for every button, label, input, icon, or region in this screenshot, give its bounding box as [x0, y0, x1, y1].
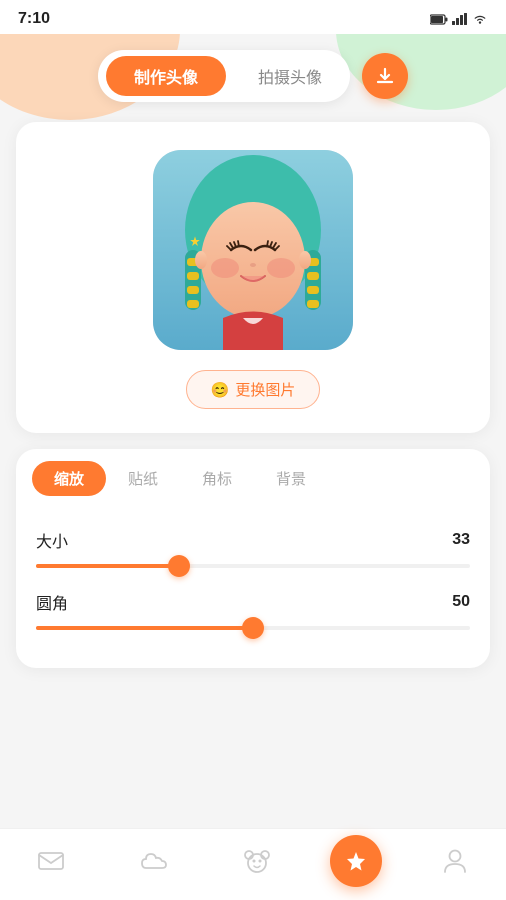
- radius-slider-row: 圆角 50: [36, 590, 470, 614]
- nav-center-button[interactable]: [330, 835, 382, 887]
- tab-make-avatar[interactable]: 制作头像: [106, 56, 226, 96]
- tool-tab-background[interactable]: 背景: [254, 461, 328, 496]
- tool-tab-zoom[interactable]: 缩放: [32, 461, 106, 496]
- mail-icon: [38, 850, 64, 872]
- bottom-nav: [0, 828, 506, 900]
- tools-section: 缩放 贴纸 角标 背景 大小 33 圆角 50: [16, 449, 490, 668]
- bear-icon: [244, 848, 270, 874]
- tool-tab-badge[interactable]: 角标: [180, 461, 254, 496]
- status-bar: 7:10: [0, 0, 506, 34]
- radius-label: 圆角: [36, 590, 68, 614]
- signal-icon: [452, 13, 468, 25]
- size-slider-thumb[interactable]: [168, 555, 190, 577]
- download-icon: [375, 66, 395, 86]
- status-icons: [430, 13, 488, 25]
- size-value: 33: [452, 531, 470, 549]
- download-button[interactable]: [362, 53, 408, 99]
- avatar-container: [153, 150, 353, 350]
- change-img-label: 更换图片: [235, 379, 295, 400]
- slider-section: 大小 33 圆角 50: [16, 504, 490, 638]
- header-tabs: 制作头像 拍摄头像: [98, 50, 350, 102]
- size-slider-track-wrap[interactable]: [36, 556, 470, 576]
- size-slider-fill: [36, 564, 179, 568]
- nav-item-mail[interactable]: [21, 836, 81, 886]
- tool-tab-sticker[interactable]: 贴纸: [106, 461, 180, 496]
- nav-item-profile[interactable]: [425, 836, 485, 886]
- battery-icon: [430, 13, 448, 25]
- change-image-button[interactable]: 😊 更换图片: [186, 370, 321, 409]
- wifi-icon: [472, 13, 488, 25]
- nav-item-cloud[interactable]: [124, 836, 184, 886]
- tool-tabs: 缩放 贴纸 角标 背景: [16, 449, 490, 504]
- status-time: 7:10: [18, 10, 50, 28]
- nav-item-bear[interactable]: [227, 836, 287, 886]
- header: 制作头像 拍摄头像: [0, 34, 506, 122]
- radius-slider-track: [36, 626, 470, 630]
- profile-icon: [443, 848, 467, 874]
- radius-value: 50: [452, 593, 470, 611]
- radius-slider-fill: [36, 626, 253, 630]
- change-img-icon: 😊: [211, 381, 230, 399]
- cloud-icon: [140, 850, 168, 872]
- radius-slider-track-wrap[interactable]: [36, 618, 470, 638]
- main-card: 😊 更换图片: [16, 122, 490, 433]
- radius-slider-thumb[interactable]: [242, 617, 264, 639]
- size-slider-track: [36, 564, 470, 568]
- avatar-image: [153, 150, 353, 350]
- center-nav-icon: [345, 850, 367, 872]
- tab-take-photo[interactable]: 拍摄头像: [238, 56, 342, 96]
- size-slider-row: 大小 33: [36, 528, 470, 552]
- size-label: 大小: [36, 528, 68, 552]
